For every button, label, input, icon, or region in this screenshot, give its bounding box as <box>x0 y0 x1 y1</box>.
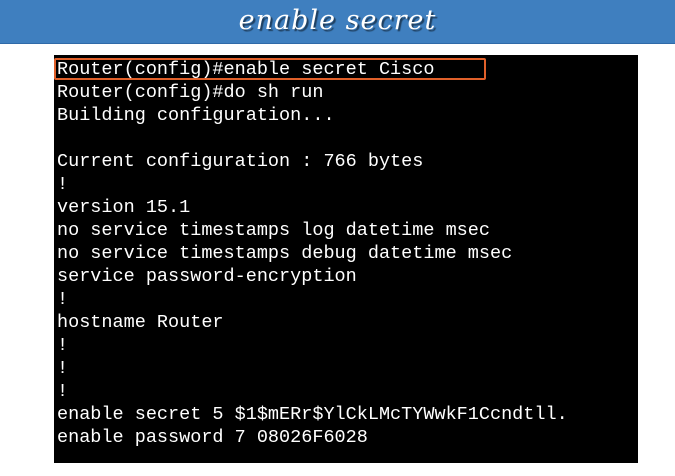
terminal-line-enable-password: enable password 7 08026F6028 <box>57 427 368 448</box>
terminal-window: Router(config)#enable secret Cisco Route… <box>54 55 638 463</box>
terminal-line: ! <box>57 358 69 379</box>
terminal-line-enable-secret-hash: enable secret 5 $1$mERr$YlCkLMcTYWwkF1Cc… <box>57 404 568 425</box>
terminal-line: no service timestamps log datetime msec <box>57 220 490 241</box>
terminal-line-show-run-command: Router(config)#do sh run <box>57 82 324 103</box>
terminal-line: hostname Router <box>57 312 224 333</box>
terminal-line: version 15.1 <box>57 197 191 218</box>
terminal-line: ! <box>57 174 69 195</box>
terminal-line: ! <box>57 289 69 310</box>
terminal-line-enable-secret-command: Router(config)#enable secret Cisco <box>57 59 435 80</box>
slide-title: enable secret <box>238 5 437 36</box>
terminal-line: service password-encryption <box>57 266 357 287</box>
terminal-line: Building configuration... <box>57 105 335 126</box>
title-banner: enable secret <box>0 0 675 44</box>
terminal-line: Current configuration : 766 bytes <box>57 151 424 172</box>
terminal-line: ! <box>57 381 69 402</box>
terminal-line: ! <box>57 335 69 356</box>
terminal-line: no service timestamps debug datetime mse… <box>57 243 513 264</box>
